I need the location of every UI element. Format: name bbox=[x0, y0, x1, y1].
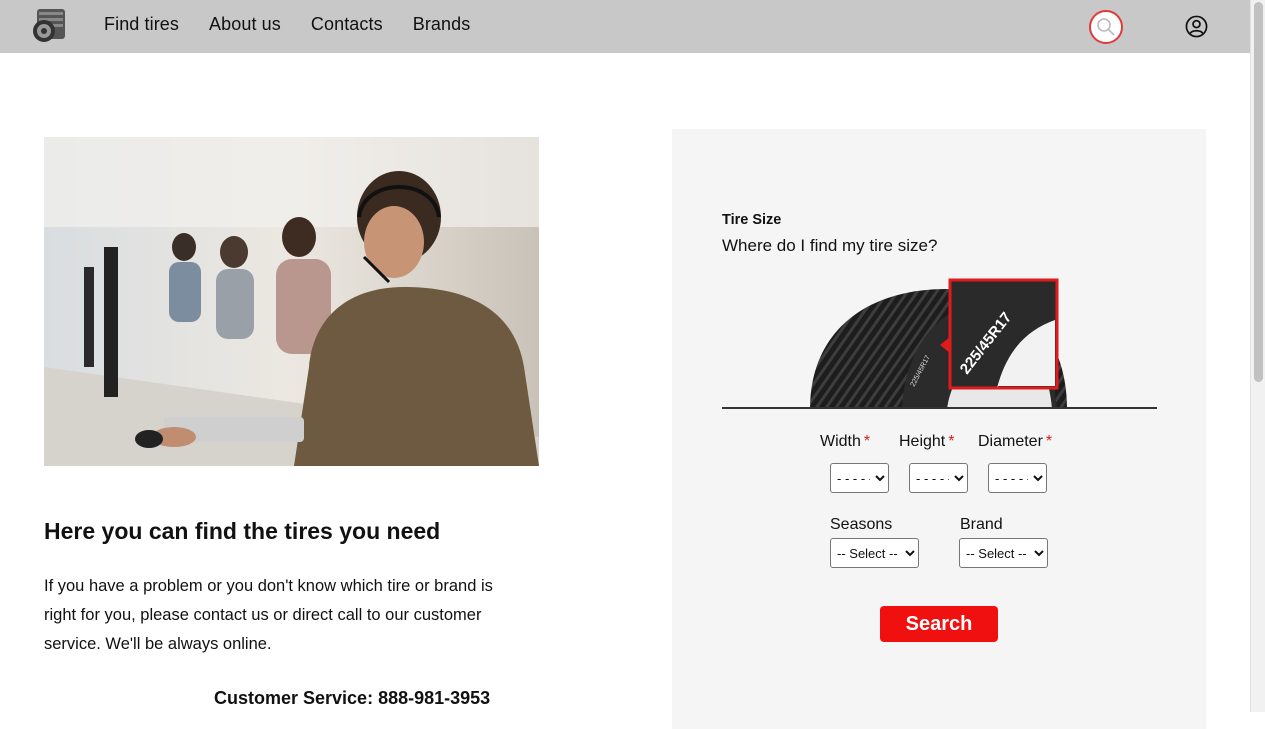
search-icon bbox=[1097, 18, 1115, 36]
tire-logo-icon[interactable] bbox=[30, 7, 68, 43]
tire-size-illustration: 225/45R17 225/45R17 bbox=[722, 275, 1157, 409]
diameter-label: Diameter * bbox=[978, 433, 1053, 450]
brand-label: Brand bbox=[960, 516, 1003, 533]
nav-brands[interactable]: Brands bbox=[413, 14, 471, 35]
seasons-select[interactable]: -- Select -- bbox=[830, 538, 919, 568]
tire-size-help-link[interactable]: Where do I find my tire size? bbox=[722, 236, 937, 256]
divider-line bbox=[722, 407, 1157, 409]
height-select[interactable]: - - - - - bbox=[909, 463, 968, 493]
page-headline: Here you can find the tires you need bbox=[44, 518, 441, 544]
main-nav: Find tires About us Contacts Brands bbox=[104, 14, 470, 35]
tire-size-title: Tire Size bbox=[722, 212, 782, 228]
required-mark: * bbox=[1045, 433, 1053, 450]
search-submit-button[interactable]: Search bbox=[880, 606, 998, 642]
scrollbar-thumb[interactable] bbox=[1254, 2, 1263, 382]
brand-select[interactable]: -- Select -- bbox=[959, 538, 1048, 568]
description-text: If you have a problem or you don't know … bbox=[44, 577, 493, 653]
customer-service-phone[interactable]: Customer Service: 888-981-3953 bbox=[214, 688, 490, 709]
customer-service-photo bbox=[44, 137, 539, 466]
required-mark: * bbox=[863, 433, 871, 450]
page-scrollbar[interactable] bbox=[1250, 0, 1265, 712]
nav-contacts[interactable]: Contacts bbox=[311, 14, 383, 35]
height-label: Height * bbox=[899, 433, 955, 450]
user-circle-icon[interactable] bbox=[1185, 15, 1208, 38]
search-button[interactable] bbox=[1089, 10, 1123, 44]
seasons-label: Seasons bbox=[830, 516, 893, 533]
required-mark: * bbox=[948, 433, 955, 450]
nav-find-tires[interactable]: Find tires bbox=[104, 14, 179, 35]
width-select[interactable]: - - - - - bbox=[830, 463, 889, 493]
diameter-select[interactable]: - - - - - bbox=[988, 463, 1047, 493]
top-navbar: Find tires About us Contacts Brands bbox=[0, 0, 1250, 53]
width-label: Width * bbox=[820, 433, 871, 450]
nav-about-us[interactable]: About us bbox=[209, 14, 281, 35]
